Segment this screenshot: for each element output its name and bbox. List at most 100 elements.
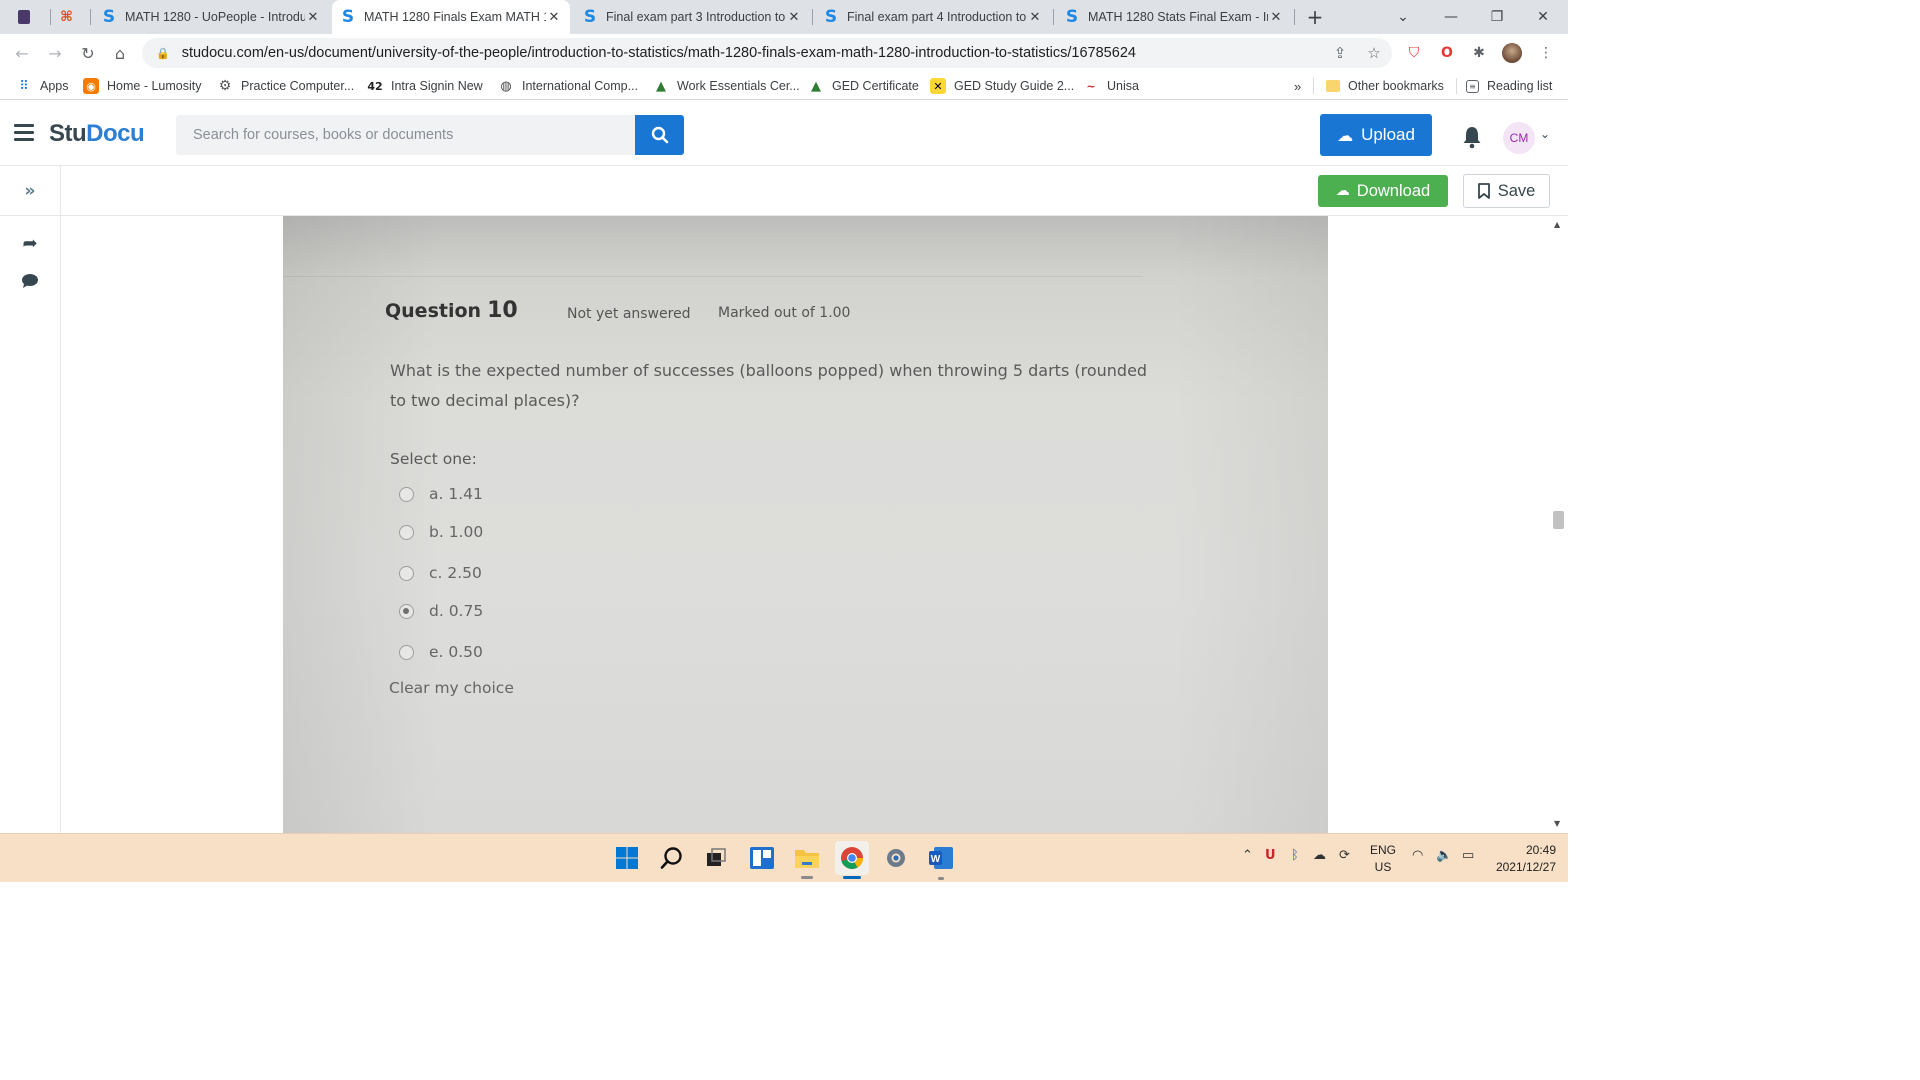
mcafee-icon[interactable]: U [1265, 848, 1276, 863]
comment-icon[interactable] [19, 270, 41, 292]
share-arrow-icon[interactable]: ➦ [19, 232, 41, 254]
x-icon: ✕ [930, 78, 946, 94]
option-label: c. 2.50 [429, 564, 482, 582]
upload-button[interactable]: ☁ Upload [1320, 114, 1432, 156]
lock-icon: 🔒 [156, 46, 170, 60]
tab-4[interactable]: S Final exam part 4 Introduction to ✕ [815, 0, 1051, 34]
tab-close-icon[interactable]: ✕ [1268, 10, 1284, 25]
bookmark-intra[interactable]: 42 Intra Signin New [367, 77, 482, 95]
reading-list[interactable]: ≡ Reading list [1466, 77, 1552, 95]
scroll-up-icon[interactable]: ▲ [1554, 220, 1560, 229]
bookmark-international[interactable]: ◍ International Comp... [498, 77, 638, 95]
browser-menu-icon[interactable]: ⋮ [1536, 43, 1556, 63]
forward-icon[interactable]: → [43, 41, 67, 65]
onedrive-icon[interactable]: ☁ [1313, 848, 1326, 863]
settings-icon[interactable] [882, 844, 910, 872]
task-view-icon[interactable] [702, 844, 730, 872]
search-icon[interactable] [658, 844, 686, 872]
profile-avatar-icon[interactable] [1502, 43, 1522, 63]
tab-pinned-1[interactable] [10, 0, 46, 34]
tab-close-icon[interactable]: ✕ [546, 10, 562, 25]
bookmark-star-icon[interactable]: ☆ [1364, 43, 1384, 63]
studocu-logo[interactable]: StuDocu [49, 120, 145, 148]
lang-region: US [1374, 860, 1392, 874]
download-button[interactable]: ☁ Download [1318, 175, 1448, 207]
tab-1[interactable]: S MATH 1280 - UoPeople - Introdu ✕ [93, 0, 329, 34]
bookmark-ged-study[interactable]: ✕ GED Study Guide 2... [930, 77, 1074, 95]
bluetooth-icon[interactable]: ᛒ [1291, 848, 1299, 863]
tab-title: Final exam part 3 Introduction to [606, 10, 786, 24]
other-bookmarks[interactable]: Other bookmarks [1326, 77, 1444, 95]
bookmark-work-essentials[interactable]: ▲ Work Essentials Cer... [653, 77, 800, 95]
new-tab-icon[interactable]: + [1292, 0, 1338, 34]
radio-button [399, 486, 414, 502]
volume-icon[interactable]: 🔈 [1436, 848, 1452, 863]
system-clock[interactable]: 20:49 2021/12/27 [1490, 842, 1556, 876]
user-avatar[interactable]: CM [1503, 122, 1535, 154]
bookmarks-overflow[interactable]: » [1294, 77, 1301, 95]
bookmarks-bar: ⠿ Apps ◉ Home - Lumosity ⚙ Practice Comp… [0, 72, 1568, 100]
practice-icon: ⚙ [218, 78, 232, 94]
search-input[interactable]: Search for courses, books or documents [176, 115, 636, 155]
bookmark-practice[interactable]: ⚙ Practice Computer... [217, 77, 355, 95]
search-placeholder: Search for courses, books or documents [193, 127, 454, 143]
grad-cap-icon: ▲ [656, 78, 666, 94]
scroll-down-icon[interactable]: ▼ [1554, 819, 1560, 828]
tab-title: MATH 1280 - UoPeople - Introdu [125, 10, 305, 24]
tab-search-chevron-icon[interactable]: ⌄ [1380, 0, 1426, 34]
restore-icon[interactable]: ❐ [1474, 0, 1520, 34]
extension-shield-icon[interactable]: ⛉ [1404, 43, 1424, 63]
unisa-icon: ∼ [1086, 79, 1096, 93]
share-icon[interactable]: ⇪ [1330, 43, 1350, 63]
reload-icon[interactable]: ↻ [76, 41, 100, 65]
back-icon[interactable]: ← [10, 41, 34, 65]
windows-start-icon[interactable] [613, 844, 641, 872]
left-rail: ➦ [0, 216, 61, 833]
search-button[interactable] [635, 115, 684, 155]
option-label: b. 1.00 [429, 523, 484, 541]
file-explorer-icon[interactable] [793, 844, 821, 872]
hamburger-menu-icon[interactable] [14, 124, 34, 142]
vertical-scrollbar[interactable]: ▲ ▼ [1549, 216, 1568, 833]
sync-icon[interactable]: ⟳ [1339, 848, 1350, 863]
radio-button [399, 565, 414, 581]
opera-icon[interactable]: O [1437, 43, 1457, 63]
save-button[interactable]: Save [1463, 174, 1550, 208]
tab-pinned-2[interactable]: ⌘ [52, 0, 88, 34]
bookmark-unisa[interactable]: ∼ Unisa [1083, 77, 1139, 95]
tab-2[interactable]: S MATH 1280 Finals Exam MATH 1 ✕ [332, 0, 570, 34]
word-icon[interactable]: W [927, 844, 955, 872]
minimize-icon[interactable]: — [1428, 0, 1474, 34]
tab-5[interactable]: S MATH 1280 Stats Final Exam - In ✕ [1056, 0, 1292, 34]
tray-overflow-icon[interactable]: ⌃ [1242, 848, 1253, 863]
bookmark-ged-certificate[interactable]: ▲ GED Certificate [808, 77, 919, 95]
tab-close-icon[interactable]: ✕ [1027, 10, 1043, 25]
option-label: d. 0.75 [429, 602, 484, 620]
chrome-icon[interactable] [835, 841, 869, 875]
close-window-icon[interactable]: ✕ [1520, 0, 1566, 34]
cloud-download-icon: ☁ [1335, 183, 1350, 199]
language-indicator[interactable]: ENG US [1368, 842, 1398, 876]
scroll-thumb[interactable] [1553, 511, 1564, 529]
tab-3[interactable]: S Final exam part 3 Introduction to ✕ [574, 0, 810, 34]
extensions-puzzle-icon[interactable]: ✱ [1469, 43, 1489, 63]
battery-icon[interactable]: ▭ [1462, 848, 1474, 863]
bookmark-label: Home - Lumosity [107, 79, 202, 93]
widgets-icon[interactable] [748, 844, 776, 872]
tab-close-icon[interactable]: ✕ [786, 10, 802, 25]
notification-bell-icon[interactable] [1461, 125, 1483, 149]
chevron-down-icon[interactable]: ⌄ [1540, 127, 1550, 141]
question-marked: Marked out of 1.00 [718, 305, 851, 321]
address-bar[interactable]: 🔒 studocu.com/en-us/document/university-… [142, 38, 1392, 68]
clock-time: 20:49 [1525, 843, 1556, 857]
tab-close-icon[interactable]: ✕ [305, 10, 321, 25]
bookmark-apps[interactable]: ⠿ Apps [16, 77, 68, 95]
question-status: Not yet answered [567, 306, 691, 322]
bookmark-lumosity[interactable]: ◉ Home - Lumosity [83, 77, 201, 95]
search-icon [651, 126, 668, 144]
wifi-icon[interactable]: ◠ [1412, 848, 1423, 863]
tab-title: MATH 1280 Finals Exam MATH 1 [364, 10, 546, 24]
expand-sidebar-icon[interactable]: » [0, 166, 61, 216]
radio-button [399, 524, 414, 540]
home-icon[interactable]: ⌂ [108, 41, 132, 65]
